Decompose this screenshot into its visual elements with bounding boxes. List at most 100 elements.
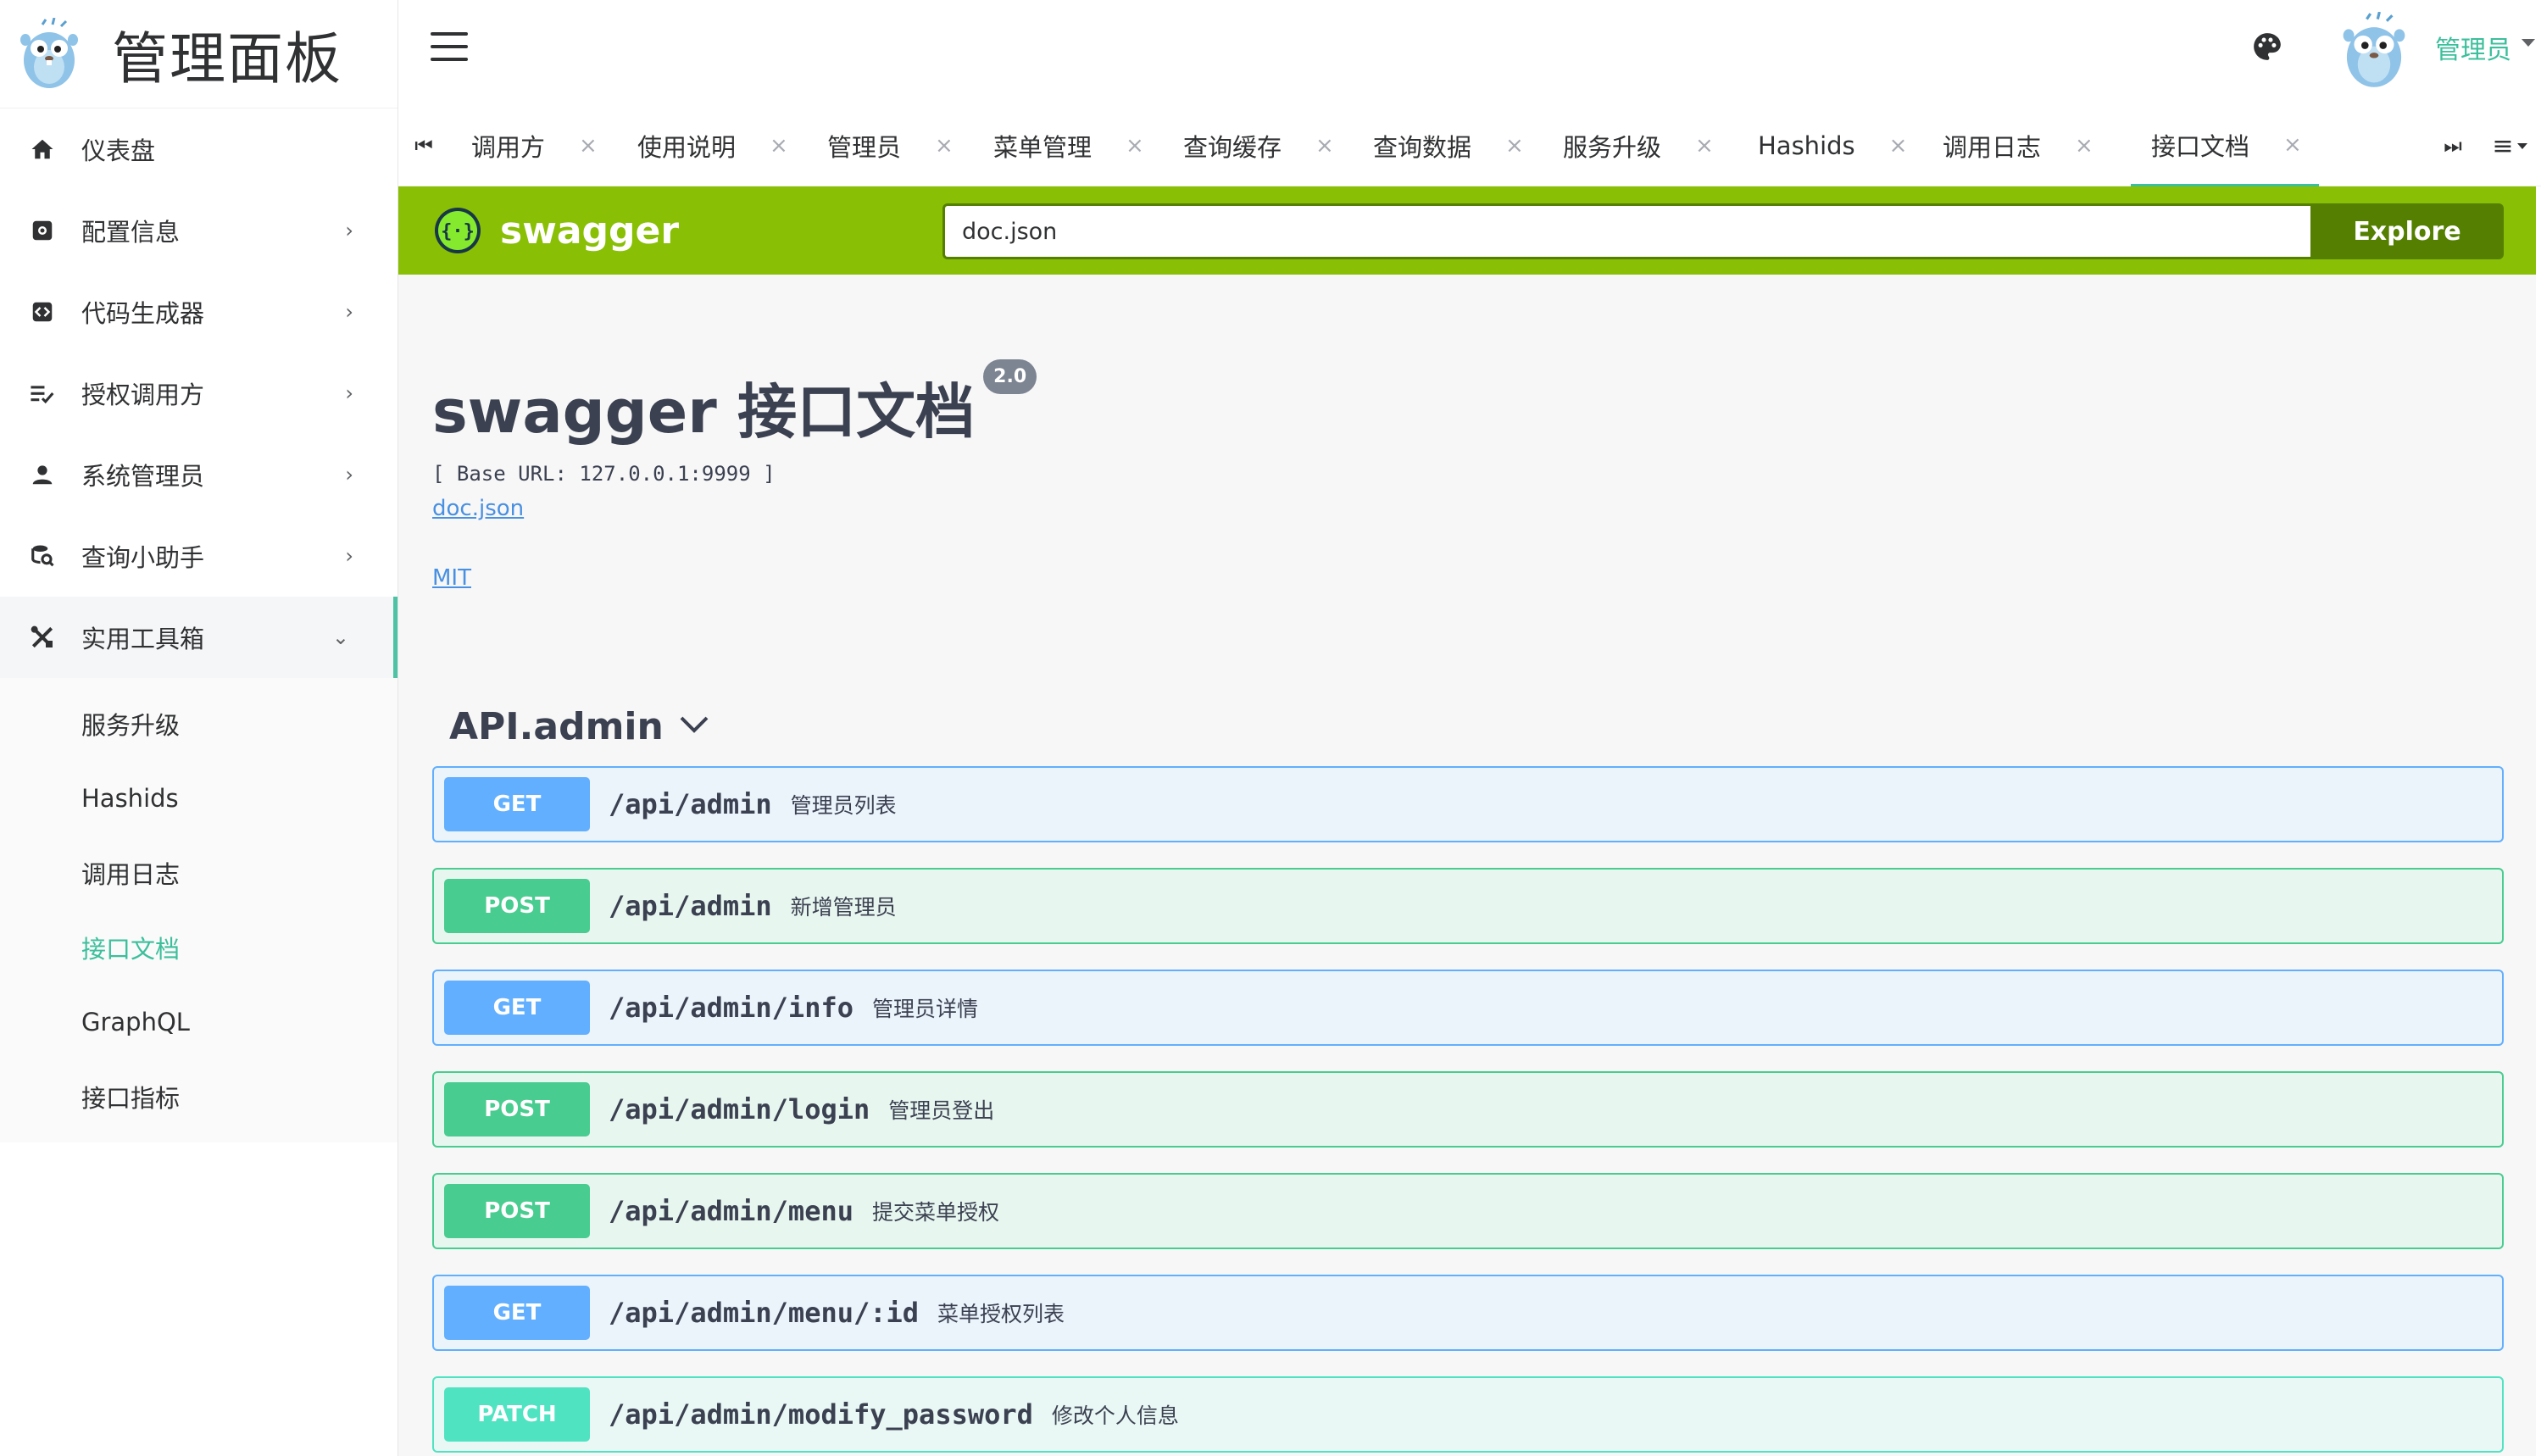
section-title: API.admin xyxy=(449,704,664,748)
swagger-logo[interactable]: {·} swagger xyxy=(434,207,679,254)
sidebar-subitem-api-metrics[interactable]: 接口指标 xyxy=(0,1059,398,1134)
close-icon[interactable]: × xyxy=(1889,133,1908,158)
avatar[interactable] xyxy=(2339,11,2409,93)
close-icon[interactable]: × xyxy=(770,133,788,158)
operation-path: /api/admin/info xyxy=(609,992,853,1024)
caret-down-icon[interactable] xyxy=(2522,39,2535,47)
method-badge: GET xyxy=(444,1286,590,1340)
tab-query-cache[interactable]: 查询缓存 × xyxy=(1163,105,1334,186)
method-badge: PATCH xyxy=(444,1387,590,1442)
sidebar-item-toolbox[interactable]: 实用工具箱 ⌄ xyxy=(0,597,398,678)
top-header: 管理员 xyxy=(398,0,2541,105)
tab-call-logs[interactable]: 调用日志 × xyxy=(1922,105,2093,186)
sidebar-item-codegen[interactable]: 代码生成器 › xyxy=(0,271,398,353)
palette-icon[interactable] xyxy=(2251,31,2283,66)
sidebar-subitem-graphql[interactable]: GraphQL xyxy=(0,985,398,1059)
tab-api-docs[interactable]: 接口文档 × xyxy=(2131,105,2319,186)
sidebar-subitem-service-upgrade[interactable]: 服务升级 xyxy=(0,686,398,761)
search-db-icon xyxy=(29,542,56,570)
sidebar-item-label: 系统管理员 xyxy=(81,462,205,491)
logo-area[interactable]: 管理面板 xyxy=(0,0,398,108)
close-icon[interactable]: × xyxy=(1126,133,1144,158)
sidebar-item-query-helper[interactable]: 查询小助手 › xyxy=(0,515,398,597)
version-badge: 2.0 xyxy=(983,359,1037,394)
explore-button[interactable]: Explore xyxy=(2310,203,2504,259)
close-icon[interactable]: × xyxy=(2075,133,2093,158)
tab-usage[interactable]: 使用说明 × xyxy=(617,105,788,186)
tabs-bar: ⏮ 调用方 × 使用说明 × 管理员 × 菜单管理 × 查询缓存 × 查询数据 … xyxy=(398,105,2541,186)
operation-row[interactable]: PATCH /api/admin/modify_password 修改个人信息 xyxy=(432,1376,2504,1453)
tab-query-data[interactable]: 查询数据 × xyxy=(1353,105,1524,186)
code-box-icon xyxy=(29,298,56,325)
tools-icon xyxy=(29,624,56,651)
operation-row[interactable]: POST /api/admin/login 管理员登出 xyxy=(432,1071,2504,1148)
tab-service-upgrade[interactable]: 服务升级 × xyxy=(1543,105,1714,186)
sidebar-item-label: 授权调用方 xyxy=(81,381,205,409)
sidebar-item-admins[interactable]: 系统管理员 › xyxy=(0,434,398,515)
sidebar-subitem-api-docs[interactable]: 接口文档 xyxy=(0,910,398,985)
operation-row[interactable]: GET /api/admin/menu/:id 菜单授权列表 xyxy=(432,1275,2504,1351)
sidebar-subitem-call-logs[interactable]: 调用日志 xyxy=(0,836,398,910)
operation-row[interactable]: POST /api/admin 新增管理员 xyxy=(432,868,2504,944)
tab-label: 调用日志 xyxy=(1943,133,2042,162)
tab-label: 使用说明 xyxy=(637,133,737,162)
operation-row[interactable]: POST /api/admin/menu 提交菜单授权 xyxy=(432,1173,2504,1249)
tab-menu-manage[interactable]: 菜单管理 × xyxy=(973,105,1144,186)
tab-scroll-last-icon[interactable]: ⏭ xyxy=(2427,105,2478,186)
api-section-header[interactable]: API.admin xyxy=(432,678,2504,776)
menu-toggle-icon[interactable] xyxy=(431,32,468,63)
chevron-right-icon: › xyxy=(345,463,353,486)
api-title-text: swagger 接口文档 xyxy=(432,377,976,447)
method-badge: POST xyxy=(444,1082,590,1136)
tab-hashids[interactable]: Hashids × xyxy=(1738,105,1907,186)
person-icon xyxy=(29,461,56,488)
sidebar-subitem-hashids[interactable]: Hashids xyxy=(0,761,398,836)
close-icon[interactable]: × xyxy=(1315,133,1334,158)
close-icon[interactable]: × xyxy=(2283,132,2302,158)
sidebar-item-label: 代码生成器 xyxy=(81,299,205,328)
method-badge: GET xyxy=(444,777,590,831)
chevron-right-icon: › xyxy=(345,381,353,405)
chevron-right-icon: › xyxy=(345,544,353,568)
swagger-logo-icon: {·} xyxy=(435,208,481,253)
api-info: swagger 接口文档 2.0 [ Base URL: 127.0.0.1:9… xyxy=(432,359,1037,591)
tab-scroll-first-icon[interactable]: ⏮ xyxy=(398,105,449,186)
license-link[interactable]: MIT xyxy=(432,565,471,591)
sidebar: 管理面板 仪表盘 配置信息 › 代码生成器 › 授权调用方 › 系统管理员 › … xyxy=(0,0,398,1456)
user-menu[interactable]: 管理员 xyxy=(2435,29,2511,66)
close-icon[interactable]: × xyxy=(1695,133,1714,158)
app-title: 管理面板 xyxy=(112,25,342,92)
chevron-right-icon: › xyxy=(345,300,353,324)
tab-options-menu-icon[interactable]: ≡ xyxy=(2483,105,2536,186)
spec-url-input[interactable]: doc.json xyxy=(942,203,2310,259)
operation-row[interactable]: GET /api/admin 管理员列表 xyxy=(432,766,2504,842)
tab-label: 服务升级 xyxy=(1563,133,1662,162)
operation-path: /api/admin xyxy=(609,890,772,922)
toolbox-submenu: 服务升级 Hashids 调用日志 接口文档 GraphQL 接口指标 xyxy=(0,678,398,1142)
close-icon[interactable]: × xyxy=(1505,133,1524,158)
settings-box-icon xyxy=(29,217,56,244)
sidebar-item-dashboard[interactable]: 仪表盘 xyxy=(0,108,398,190)
sidebar-menu: 仪表盘 配置信息 › 代码生成器 › 授权调用方 › 系统管理员 › 查询小助手… xyxy=(0,108,398,678)
tab-label: 菜单管理 xyxy=(993,133,1093,162)
operation-summary: 管理员详情 xyxy=(871,997,978,1021)
sidebar-item-label: 配置信息 xyxy=(81,218,181,247)
sidebar-item-auth-callers[interactable]: 授权调用方 › xyxy=(0,353,398,434)
sidebar-item-config[interactable]: 配置信息 › xyxy=(0,190,398,271)
operation-path: /api/admin/login xyxy=(609,1093,870,1125)
sidebar-item-label: 仪表盘 xyxy=(81,136,156,165)
operation-row[interactable]: GET /api/admin/info 管理员详情 xyxy=(432,970,2504,1046)
chevron-right-icon: › xyxy=(345,219,353,242)
svg-text:{·}: {·} xyxy=(441,221,475,242)
close-icon[interactable]: × xyxy=(935,133,954,158)
spec-link[interactable]: doc.json xyxy=(432,496,524,521)
tab-label: Hashids xyxy=(1758,131,1855,160)
tab-admins[interactable]: 管理员 × xyxy=(807,105,954,186)
operation-summary: 管理员登出 xyxy=(888,1098,995,1123)
gopher-logo-icon xyxy=(20,17,78,88)
base-url: [ Base URL: 127.0.0.1:9999 ] xyxy=(432,462,776,486)
close-icon[interactable]: × xyxy=(579,133,598,158)
tab-callers[interactable]: 调用方 × xyxy=(451,105,598,186)
swagger-ui: {·} swagger doc.json Explore swagger 接口文… xyxy=(398,186,2536,1456)
list-check-icon xyxy=(29,380,56,407)
